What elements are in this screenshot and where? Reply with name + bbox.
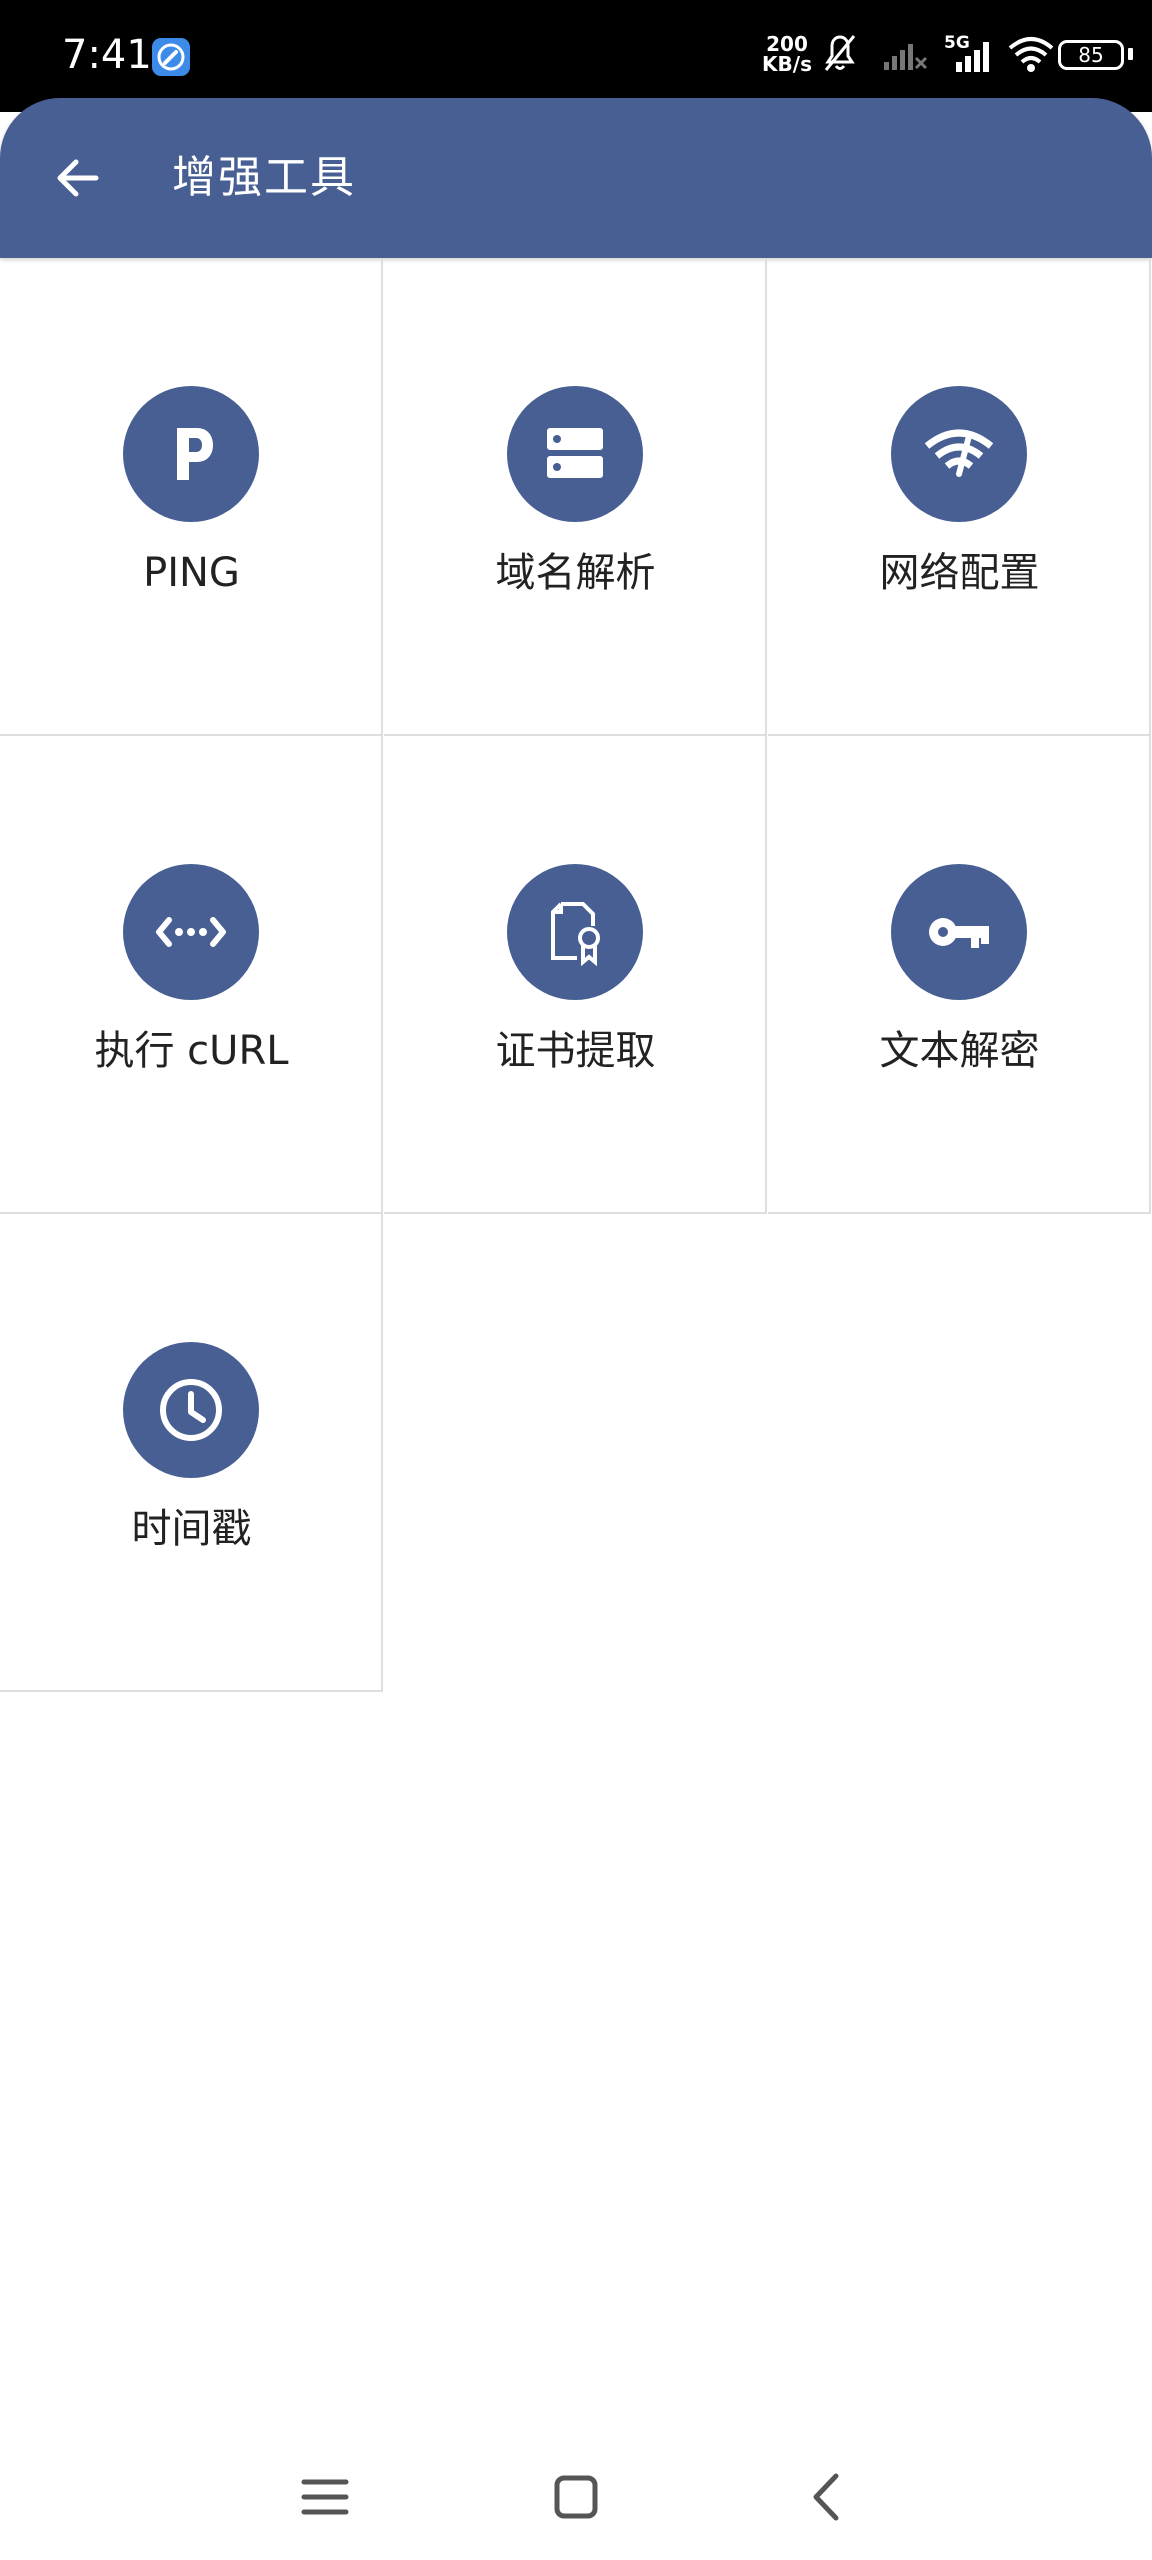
wifi-config-icon [891, 386, 1027, 522]
back-button[interactable] [40, 140, 116, 216]
code-arrows-icon [123, 864, 259, 1000]
system-nav-bar [0, 2430, 1152, 2550]
battery-tip [1128, 48, 1133, 60]
nav-home-button[interactable] [531, 2452, 621, 2542]
tool-label: 网络配置 [879, 550, 1040, 596]
network-type: 5G [944, 33, 970, 53]
tool-curl[interactable]: 执行 cURL [0, 736, 383, 1214]
status-bar: 7:41 200 KB/s 5G 85 [0, 0, 1152, 112]
menu-icon [301, 2479, 349, 2515]
app-bar: 增强工具 [0, 98, 1152, 258]
certificate-icon [507, 864, 643, 1000]
home-icon [554, 2475, 598, 2519]
tool-dns[interactable]: 域名解析 [384, 258, 767, 736]
signal-off-icon [882, 28, 930, 82]
net-speed: 200 KB/s [762, 34, 812, 74]
tool-label: 时间戳 [131, 1506, 252, 1552]
bell-muted-icon [820, 28, 860, 82]
tool-label: 域名解析 [495, 550, 656, 596]
tool-text-decrypt[interactable]: 文本解密 [768, 736, 1151, 1214]
back-icon [813, 2473, 839, 2521]
ping-p-icon [123, 386, 259, 522]
dns-server-icon [507, 386, 643, 522]
net-speed-value: 200 [766, 32, 808, 56]
key-icon [891, 864, 1027, 1000]
tool-network-config[interactable]: 网络配置 [768, 258, 1151, 736]
nav-back-button[interactable] [782, 2452, 872, 2542]
net-speed-unit: KB/s [762, 52, 812, 76]
arrow-left-icon [57, 159, 99, 197]
nav-menu-button[interactable] [280, 2452, 370, 2542]
tool-certificate[interactable]: 证书提取 [384, 736, 767, 1214]
wifi-icon [1006, 28, 1056, 82]
tool-label: 证书提取 [495, 1028, 656, 1074]
signal-5g-icon: 5G [942, 28, 1002, 82]
tool-label: 文本解密 [879, 1028, 1040, 1074]
tool-timestamp[interactable]: 时间戳 [0, 1214, 383, 1692]
battery-level: 85 [1078, 43, 1104, 67]
tool-ping[interactable]: PING [0, 258, 383, 736]
app-notification-icon [152, 38, 190, 76]
tool-label: 执行 cURL [94, 1028, 289, 1074]
tool-label: PING [143, 550, 240, 596]
status-time: 7:41 [62, 32, 152, 78]
battery-indicator: 85 [1058, 40, 1124, 70]
page-title: 增强工具 [172, 152, 356, 203]
clock-icon [123, 1342, 259, 1478]
